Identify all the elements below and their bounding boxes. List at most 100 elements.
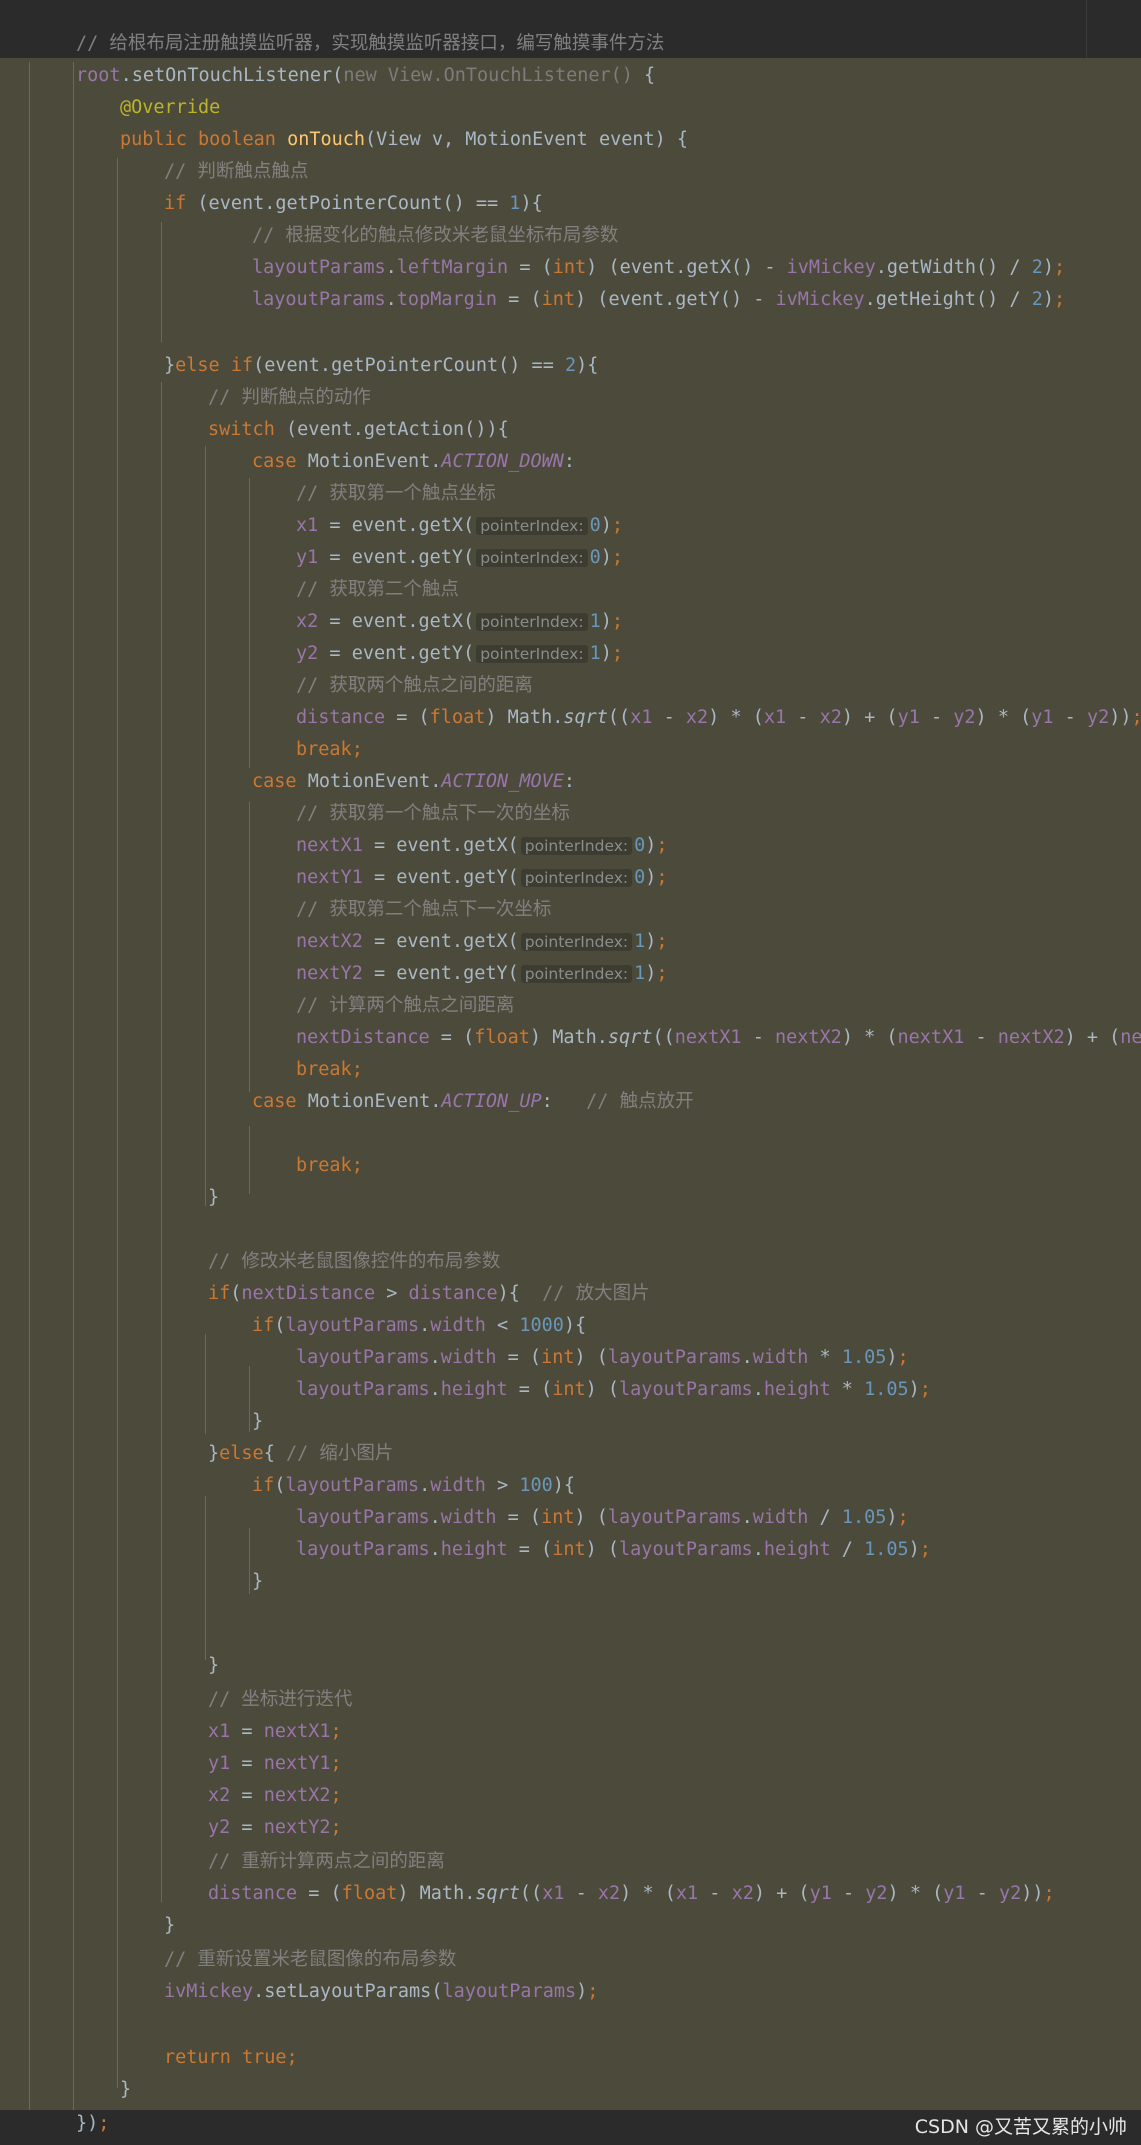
code-line[interactable]: }: [208, 1650, 219, 1682]
code-line[interactable]: }: [252, 1406, 263, 1438]
code-text: = (: [507, 1379, 553, 1400]
semicolon: ;: [656, 931, 668, 952]
code-text: =: [230, 1817, 264, 1838]
semicolon: ;: [611, 611, 623, 632]
code-line[interactable]: break;: [296, 1054, 363, 1086]
code-line[interactable]: layoutParams.height = (int) (layoutParam…: [296, 1534, 931, 1566]
code-line[interactable]: if(nextDistance > distance){ // 放大图片: [208, 1278, 650, 1310]
code-line[interactable]: });: [76, 2108, 109, 2140]
keyword: float: [429, 707, 486, 728]
code-line[interactable]: }: [164, 1910, 175, 1942]
identifier: layoutParams: [296, 1539, 430, 1560]
code-line[interactable]: // 获取两个触点之间的距离: [296, 670, 533, 702]
code-line[interactable]: case MotionEvent.ACTION_DOWN:: [252, 446, 575, 478]
code-line[interactable]: layoutParams.width = (int) (layoutParams…: [296, 1502, 909, 1534]
code-line[interactable]: case MotionEvent.ACTION_MOVE:: [252, 766, 575, 798]
code-line[interactable]: y1 = nextY1;: [208, 1748, 342, 1780]
code-line[interactable]: // 根据变化的触点修改米老鼠坐标布局参数: [252, 220, 618, 252]
number: 1.05: [841, 1507, 887, 1528]
identifier: y2: [208, 1817, 231, 1838]
code-text: -: [965, 1883, 999, 1904]
comment: // 获取第二个触点下一次坐标: [296, 899, 552, 920]
watermark: CSDN @又苦又累的小帅: [914, 2116, 1127, 2138]
code-line[interactable]: nextY1 = event.getY(pointerIndex: 0);: [296, 862, 668, 894]
identifier: nextX2: [296, 931, 363, 952]
code-line[interactable]: // 获取第二个触点: [296, 574, 459, 606]
code-text: ){: [552, 1475, 576, 1496]
comment: // 修改米老鼠图像控件的布局参数: [208, 1251, 501, 1272]
code-line[interactable]: nextX1 = event.getX(pointerIndex: 0);: [296, 830, 668, 862]
code-line[interactable]: }: [120, 2074, 131, 2106]
code-line[interactable]: distance = (float) Math.sqrt((x1 - x2) *…: [296, 702, 1141, 734]
identifier: width: [752, 1347, 809, 1368]
code-line[interactable]: if(layoutParams.width > 100){: [252, 1470, 575, 1502]
code-line[interactable]: // 重新设置米老鼠图像的布局参数: [164, 1944, 456, 1976]
semicolon: ;: [330, 1785, 342, 1806]
code-line[interactable]: ivMickey.setLayoutParams(layoutParams);: [164, 1976, 598, 2008]
code-line[interactable]: if(layoutParams.width < 1000){: [252, 1310, 586, 1342]
code-line[interactable]: break;: [296, 734, 363, 766]
code-line[interactable]: // 判断触点的动作: [208, 382, 371, 414]
code-line[interactable]: // 重新计算两点之间的距离: [208, 1846, 445, 1878]
code-text: = event.getY(: [362, 867, 519, 888]
method-name: sqrt: [563, 707, 608, 728]
annotation: @Override: [120, 97, 221, 118]
code-text: = event.getY(: [318, 643, 475, 664]
code-editor[interactable]: // 给根布局注册触摸监听器，实现触摸监听器接口，编写触摸事件方法 root.s…: [0, 0, 1141, 2145]
code-line[interactable]: // 获取第一个触点坐标: [296, 478, 496, 510]
code-line[interactable]: // 获取第二个触点下一次坐标: [296, 894, 551, 926]
number: 1000: [519, 1315, 564, 1336]
comment: // 获取第一个触点下一次的坐标: [296, 803, 570, 824]
code-line[interactable]: x2 = nextX2;: [208, 1780, 342, 1812]
code-text: MotionEvent.: [307, 451, 442, 472]
code-line[interactable]: // 计算两个触点之间距离: [296, 990, 514, 1022]
code-line[interactable]: root.setOnTouchListener(new View.OnTouch…: [76, 60, 655, 92]
code-line[interactable]: if (event.getPointerCount() == 1){: [164, 188, 543, 220]
code-line[interactable]: // 判断触点触点: [164, 156, 308, 188]
code-text: ): [600, 547, 612, 568]
code-line[interactable]: x1 = nextX1;: [208, 1716, 342, 1748]
code-line[interactable]: return true;: [164, 2042, 298, 2074]
code-line[interactable]: nextY2 = event.getY(pointerIndex: 1);: [296, 958, 668, 990]
code-line[interactable]: // 坐标进行迭代: [208, 1684, 352, 1716]
code-line[interactable]: layoutParams.topMargin = (int) (event.ge…: [252, 284, 1065, 316]
code-line[interactable]: x2 = event.getX(pointerIndex: 1);: [296, 606, 623, 638]
code-line[interactable]: case MotionEvent.ACTION_UP: // 触点放开: [252, 1086, 694, 1118]
number: 0: [589, 515, 601, 536]
code-line[interactable]: layoutParams.width = (int) (layoutParams…: [296, 1342, 909, 1374]
number: 0: [589, 547, 601, 568]
indent-guide: [249, 1126, 250, 1194]
identifier: x2: [819, 707, 842, 728]
identifier: x1: [542, 1883, 565, 1904]
code-line[interactable]: // 获取第一个触点下一次的坐标: [296, 798, 570, 830]
code-line[interactable]: @Override: [120, 92, 220, 124]
code-line[interactable]: layoutParams.leftMargin = (int) (event.g…: [252, 252, 1065, 284]
code-text: ): [908, 1379, 920, 1400]
code-line[interactable]: // 修改米老鼠图像控件的布局参数: [208, 1246, 500, 1278]
code-text: }: [208, 1187, 220, 1208]
code-text: MotionEvent.: [307, 1091, 442, 1112]
code-line[interactable]: y2 = nextY2;: [208, 1812, 342, 1844]
identifier: topMargin: [396, 289, 498, 310]
method-name: sqrt: [607, 1027, 653, 1048]
code-text: ((: [652, 1027, 675, 1048]
code-line[interactable]: nextDistance = (float) Math.sqrt((nextX1…: [296, 1022, 1141, 1054]
code-line[interactable]: y1 = event.getY(pointerIndex: 0);: [296, 542, 623, 574]
code-line[interactable]: }else{ // 缩小图片: [208, 1438, 393, 1470]
code-line[interactable]: x1 = event.getX(pointerIndex: 0);: [296, 510, 623, 542]
code-line[interactable]: }: [252, 1566, 263, 1598]
code-line[interactable]: break;: [296, 1150, 363, 1182]
code-line[interactable]: layoutParams.height = (int) (layoutParam…: [296, 1374, 931, 1406]
identifier: layoutParams: [607, 1507, 742, 1528]
code-line[interactable]: y2 = event.getY(pointerIndex: 1);: [296, 638, 623, 670]
code-line[interactable]: public boolean onTouch(View v, MotionEve…: [120, 124, 688, 156]
code-line[interactable]: }: [208, 1182, 219, 1214]
code-line[interactable]: }else if(event.getPointerCount() == 2){: [164, 350, 598, 382]
identifier: y1: [897, 707, 920, 728]
code-line[interactable]: // 给根布局注册触摸监听器，实现触摸监听器接口，编写触摸事件方法: [76, 28, 664, 60]
code-line[interactable]: switch (event.getAction()){: [208, 414, 509, 446]
identifier: ivMickey: [775, 289, 865, 310]
code-line[interactable]: nextX2 = event.getX(pointerIndex: 1);: [296, 926, 668, 958]
code-line[interactable]: distance = (float) Math.sqrt((x1 - x2) *…: [208, 1878, 1055, 1910]
identifier: nextDistance: [296, 1027, 430, 1048]
